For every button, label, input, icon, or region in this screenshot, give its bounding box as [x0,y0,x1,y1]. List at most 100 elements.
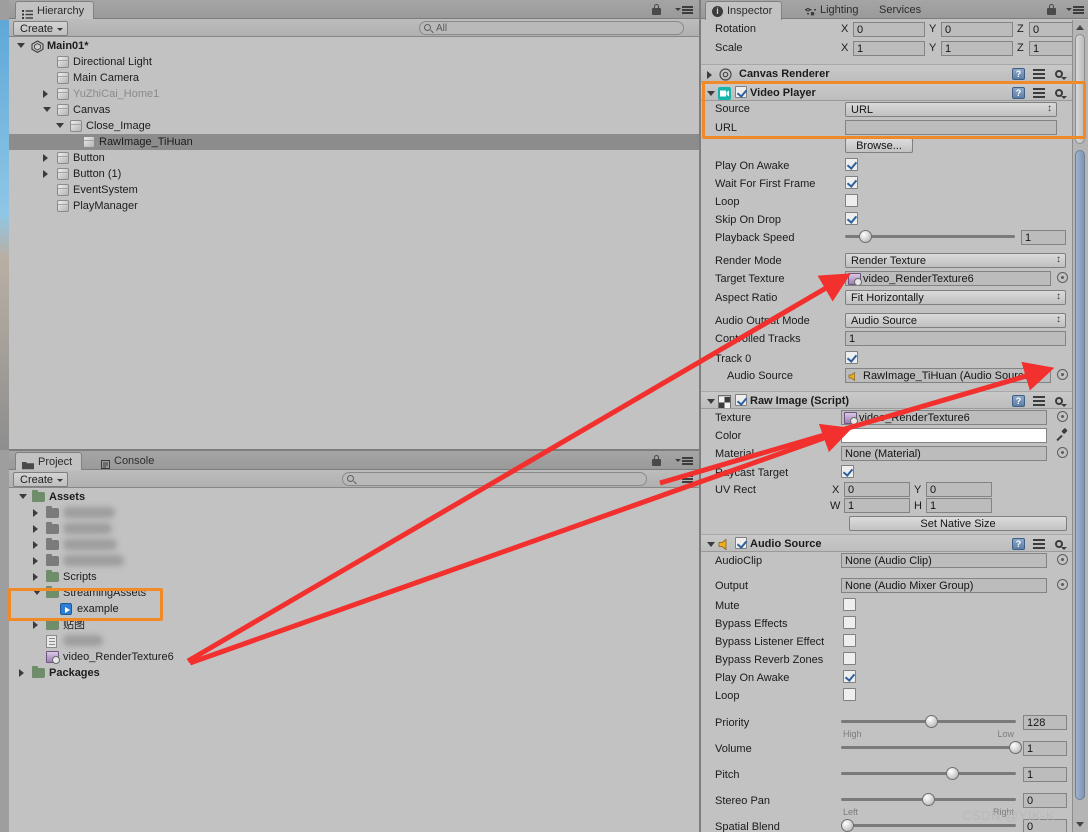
material-field[interactable]: None (Material) [841,446,1047,461]
chevron-right-icon[interactable] [33,557,38,565]
component-header-audio-source[interactable]: Audio Source ? [701,534,1073,552]
stereo-pan-field[interactable]: 0 [1023,793,1067,808]
color-swatch[interactable] [841,428,1047,443]
hierarchy-item-main-camera[interactable]: Main Camera [9,70,699,86]
project-item-assets[interactable]: Assets [9,489,699,505]
tab-project[interactable]: Project [15,452,82,471]
audio-play-on-awake-checkbox[interactable] [843,670,856,683]
audioclip-picker-button[interactable] [1057,554,1068,565]
chevron-right-icon[interactable] [33,621,38,629]
help-icon[interactable]: ? [1012,68,1025,80]
rotation-y-field[interactable]: 0 [941,22,1013,37]
raw-image-chevron-down-icon[interactable] [707,399,715,404]
video-player-enabled-checkbox[interactable] [735,86,747,98]
inspector-scrollbar[interactable] [1072,20,1088,832]
project-item-hidden[interactable] [9,537,699,553]
hierarchy-item-playmanager[interactable]: PlayManager [9,198,699,214]
hierarchy-item-directional-light[interactable]: Directional Light [9,54,699,70]
chevron-right-icon[interactable] [19,669,24,677]
project-tree[interactable]: Assets Scripts StreamingAssets example 贴图 vid… [9,489,699,832]
project-item-streamingassets[interactable]: StreamingAssets [9,585,699,601]
video-player-help-icon[interactable]: ? [1012,87,1025,99]
hierarchy-item-button-1-[interactable]: Button (1) [9,166,699,182]
project-lock-icon[interactable] [652,455,661,466]
video-player-preset-icon[interactable] [1033,88,1045,99]
project-item-贴图[interactable]: 贴图 [9,617,699,633]
audio-source-help-icon[interactable]: ? [1012,538,1025,550]
scroll-up-arrow-icon[interactable] [1076,25,1084,30]
hierarchy-item-eventsystem[interactable]: EventSystem [9,182,699,198]
audio-source-chevron-down-icon[interactable] [707,542,715,547]
project-item-video-rendertexture6[interactable]: video_RenderTexture6 [9,649,699,665]
tab-inspector[interactable]: i Inspector [705,1,782,20]
chevron-right-icon[interactable] [707,71,712,79]
audio-source-field[interactable]: RawImage_TiHuan (Audio Source [845,368,1051,383]
audio-output-mode-dropdown[interactable]: Audio Source [845,313,1066,328]
audioclip-field[interactable]: None (Audio Clip) [841,553,1047,568]
target-texture-field[interactable]: video_RenderTexture6 [845,271,1051,286]
wait-first-frame-checkbox[interactable] [845,176,858,189]
scroll-down-arrow-icon[interactable] [1076,822,1084,827]
chevron-right-icon[interactable] [33,573,38,581]
chevron-right-icon[interactable] [33,509,38,517]
hierarchy-search-input[interactable]: All [419,21,684,35]
project-item-example[interactable]: example [9,601,699,617]
controlled-tracks-field[interactable]: 1 [845,331,1066,346]
priority-field[interactable]: 128 [1023,715,1067,730]
project-toolbar-menu-icon[interactable] [679,474,693,484]
uv-x-field[interactable]: 0 [844,482,910,497]
output-picker-button[interactable] [1057,579,1068,590]
inspector-hamburger-menu-icon[interactable] [1070,5,1084,15]
project-item-scripts[interactable]: Scripts [9,569,699,585]
hierarchy-item-button[interactable]: Button [9,150,699,166]
tab-hierarchy[interactable]: Hierarchy [15,1,94,20]
browse-button[interactable]: Browse... [845,138,913,153]
video-player-gear-icon[interactable] [1053,87,1065,99]
eyedropper-icon[interactable] [1055,429,1067,441]
hierarchy-item-main01-[interactable]: Main01* [9,38,699,54]
component-header-video-player[interactable]: Video Player ? [701,83,1073,101]
pitch-slider[interactable] [841,767,1016,780]
chevron-right-icon[interactable] [43,170,48,178]
chevron-down-icon[interactable] [43,107,51,112]
hierarchy-item-yuzhicai-home1[interactable]: YuZhiCai_Home1 [9,86,699,102]
project-item-hidden[interactable] [9,633,699,649]
bypass-listener-checkbox[interactable] [843,634,856,647]
component-header-raw-image[interactable]: Raw Image (Script) ? [701,391,1073,409]
hamburger-menu-icon[interactable] [679,5,693,15]
pitch-field[interactable]: 1 [1023,767,1067,782]
set-native-size-button[interactable]: Set Native Size [849,516,1067,531]
audio-source-enabled-checkbox[interactable] [735,537,747,549]
project-item-hidden[interactable] [9,505,699,521]
render-mode-dropdown[interactable]: Render Texture [845,253,1066,268]
hierarchy-item-canvas[interactable]: Canvas [9,102,699,118]
hierarchy-item-rawimage-tihuan[interactable]: RawImage_TiHuan [9,134,699,150]
skip-on-drop-checkbox[interactable] [845,212,858,225]
chevron-right-icon[interactable] [43,90,48,98]
chevron-down-icon[interactable] [56,123,64,128]
chevron-down-icon[interactable] [19,494,27,499]
component-header-canvas-renderer[interactable]: Canvas Renderer ? [701,64,1073,82]
tab-console[interactable]: Console [95,452,163,470]
playback-speed-field[interactable]: 1 [1021,230,1066,245]
aspect-ratio-dropdown[interactable]: Fit Horizontally [845,290,1066,305]
play-on-awake-checkbox[interactable] [845,158,858,171]
scale-x-field[interactable]: 1 [853,41,925,56]
chevron-down-icon[interactable] [707,91,715,96]
raw-image-gear-icon[interactable] [1053,395,1065,407]
gear-icon[interactable] [1053,68,1065,80]
mute-checkbox[interactable] [843,598,856,611]
audio-loop-checkbox[interactable] [843,688,856,701]
audio-source-gear-icon[interactable] [1053,538,1065,550]
uv-y-field[interactable]: 0 [926,482,992,497]
inspector-scroll-thumb[interactable] [1075,150,1085,800]
rotation-x-field[interactable]: 0 [853,22,925,37]
project-search-input[interactable] [342,472,647,486]
project-create-button[interactable]: Create [13,472,68,487]
tab-services[interactable]: Services [873,1,930,19]
inspector-lock-icon[interactable] [1047,4,1056,15]
stereo-pan-slider[interactable]: Left Right [841,793,1016,806]
raycast-target-checkbox[interactable] [841,465,854,478]
url-input[interactable] [845,120,1057,135]
priority-slider[interactable]: High Low [841,715,1016,728]
